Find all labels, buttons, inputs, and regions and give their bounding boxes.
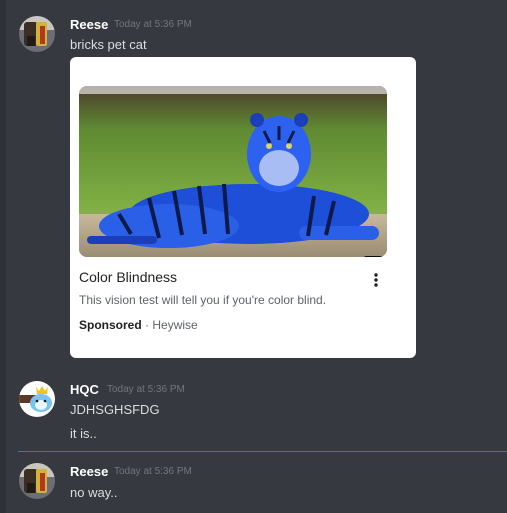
avatar-reese[interactable] bbox=[19, 16, 55, 52]
embed-title[interactable]: Color Blindness bbox=[79, 269, 177, 285]
avatar-reese[interactable] bbox=[19, 463, 55, 499]
embed-source[interactable]: Heywise bbox=[152, 318, 197, 332]
footer-separator: · bbox=[145, 318, 150, 332]
embed-description: This vision test will tell you if you're… bbox=[79, 293, 327, 307]
author-name[interactable]: HQC bbox=[70, 382, 99, 397]
message-timestamp: Today at 5:36 PM bbox=[107, 384, 185, 395]
more-options-button[interactable] bbox=[370, 271, 382, 289]
new-messages-divider bbox=[18, 451, 507, 452]
channel-gutter bbox=[0, 0, 6, 513]
author-name[interactable]: Reese bbox=[70, 464, 108, 479]
ad-embed-card[interactable]: Color Blindness This vision test will te… bbox=[70, 57, 416, 358]
author-name[interactable]: Reese bbox=[70, 17, 108, 32]
open-link-button[interactable] bbox=[364, 256, 387, 257]
message-timestamp: Today at 5:36 PM bbox=[114, 19, 192, 30]
more-vertical-icon bbox=[374, 273, 378, 287]
embed-image[interactable] bbox=[79, 86, 387, 257]
message-text: no way.. bbox=[70, 485, 118, 500]
external-link-icon bbox=[364, 256, 387, 257]
message-text: bricks pet cat bbox=[70, 37, 147, 52]
message-text: it is.. bbox=[70, 426, 97, 441]
sponsored-label: Sponsored bbox=[79, 318, 142, 332]
avatar-hqc[interactable] bbox=[19, 381, 55, 417]
message-text: JDHSGHSFDG bbox=[70, 402, 160, 417]
message-timestamp: Today at 5:36 PM bbox=[114, 466, 192, 477]
embed-footer: Sponsored · Heywise bbox=[79, 318, 198, 332]
